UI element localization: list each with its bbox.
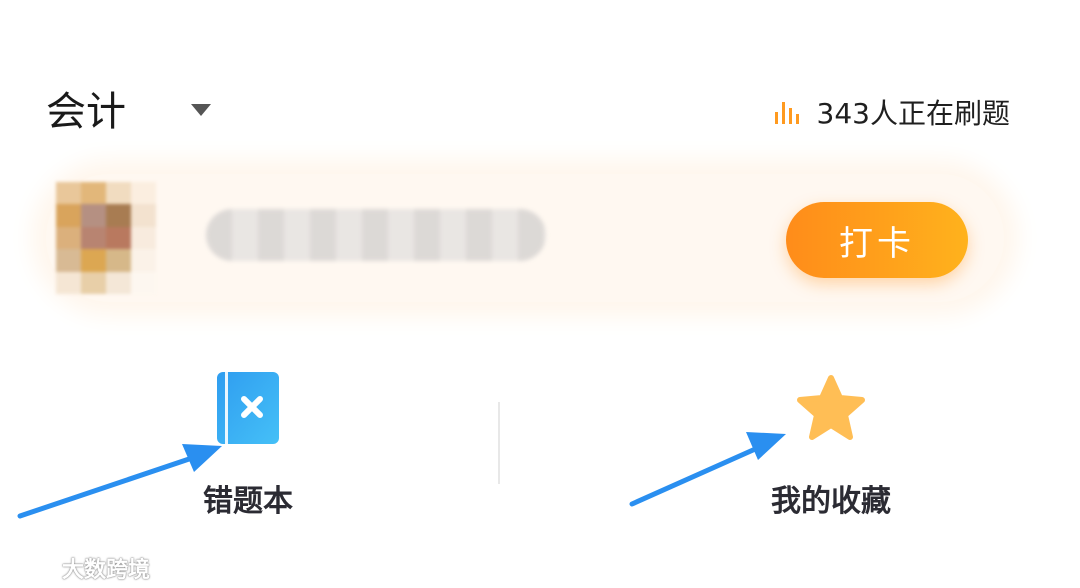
checkin-button[interactable]: 打卡 [786, 202, 968, 278]
watermark-logo-icon [10, 558, 53, 578]
chevron-down-icon[interactable] [191, 104, 211, 116]
user-checkin-card: 打卡 [46, 174, 1004, 302]
subject-selector[interactable]: 会计 [46, 86, 126, 138]
wrong-notebook-icon [217, 372, 279, 444]
wrong-notebook-label: 错题本 [203, 484, 293, 519]
avatar[interactable] [56, 182, 156, 294]
watermark-text: 大数跨境 [62, 558, 151, 583]
my-favorites-entry[interactable]: 我的收藏 [711, 372, 951, 520]
my-favorites-label: 我的收藏 [771, 484, 891, 519]
divider [498, 402, 500, 484]
wrong-notebook-entry[interactable]: 错题本 [128, 372, 368, 520]
watermark: 大数跨境 [10, 552, 150, 584]
active-count-text: 343人正在刷题 [816, 97, 1010, 130]
subject-label: 会计 [46, 89, 126, 135]
active-users-indicator: 343人正在刷题 [773, 92, 1010, 132]
user-name-blurred [206, 209, 546, 261]
star-icon [797, 375, 865, 440]
bar-chart-icon [774, 102, 799, 124]
